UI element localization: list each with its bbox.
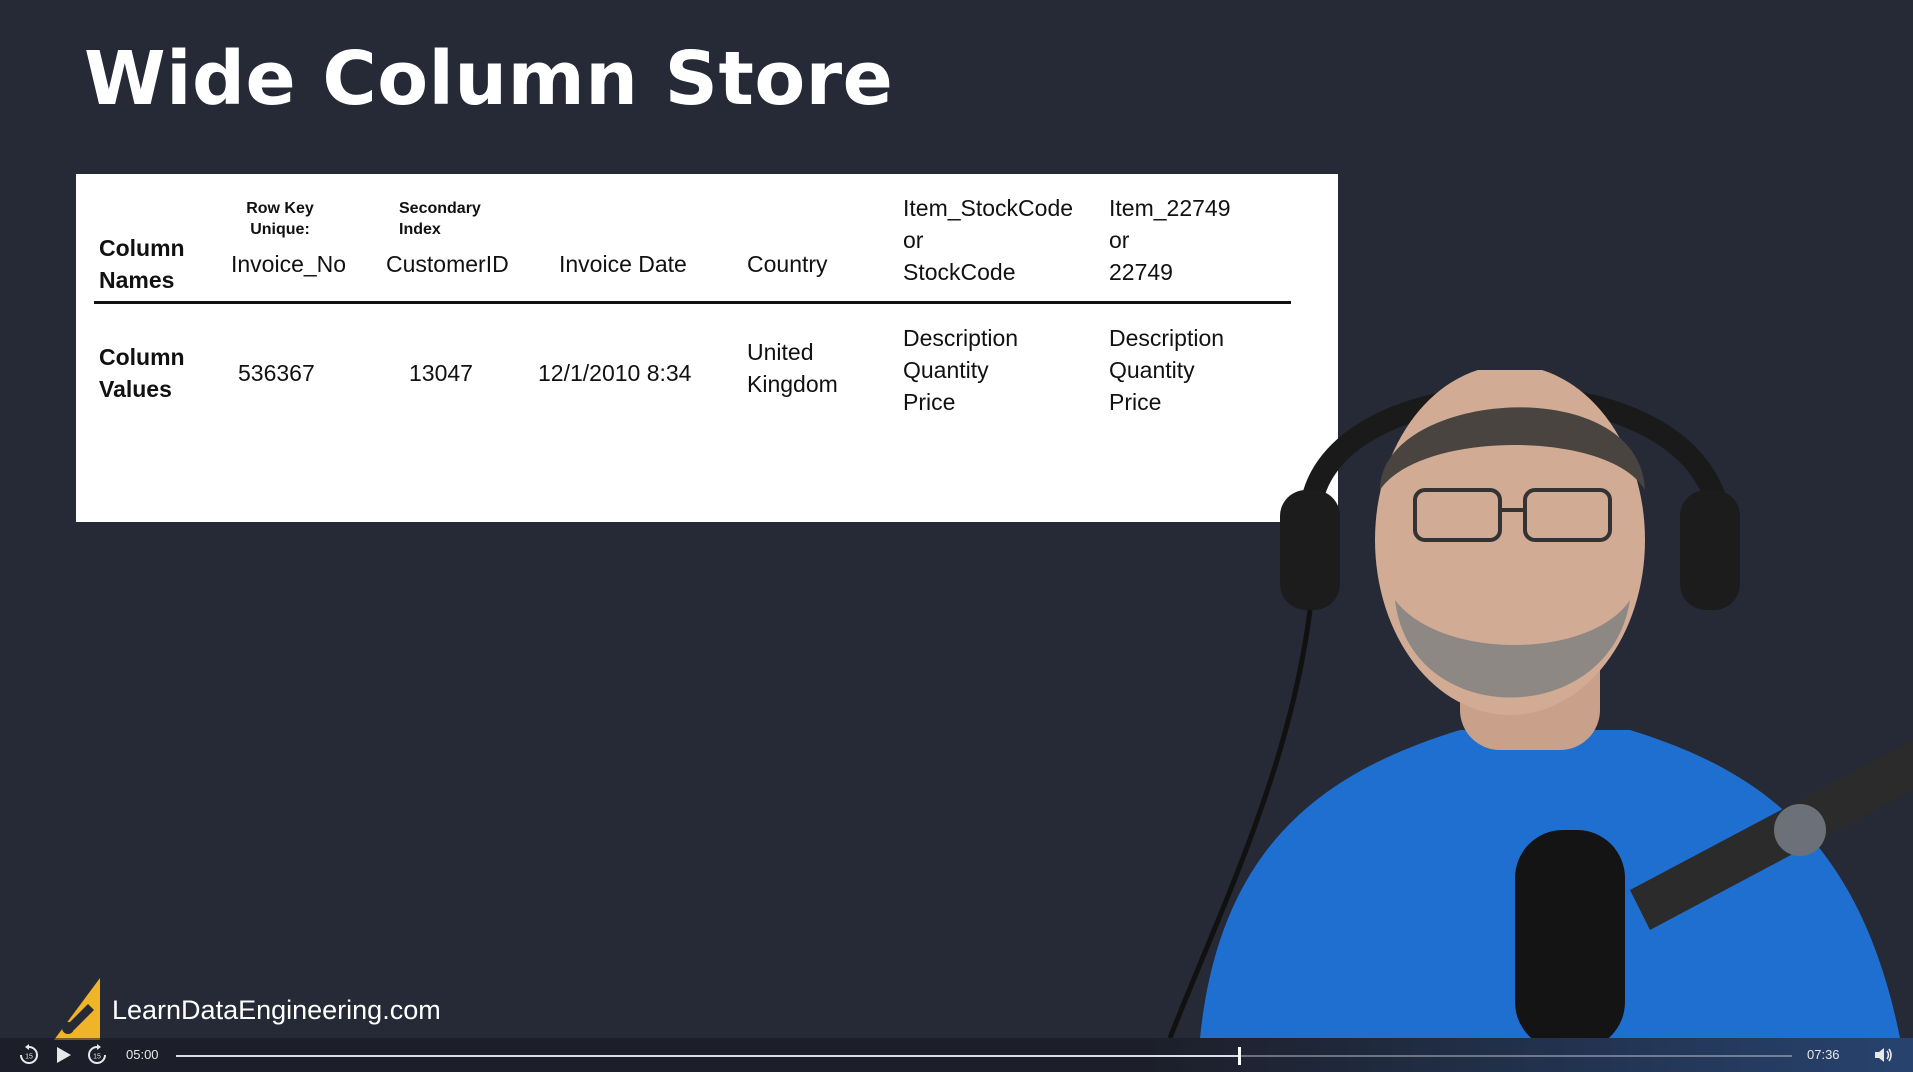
row-label-column-values: Column Values [99, 341, 185, 405]
column-name-customer-id: CustomerID [386, 251, 509, 277]
column-name-item-22749: Item_22749 or 22749 [1109, 192, 1230, 288]
headphone-left-cup [1280, 490, 1340, 610]
header-divider [94, 301, 1291, 304]
play-icon[interactable] [52, 1044, 74, 1066]
column-name-invoice-date: Invoice Date [559, 251, 687, 277]
annotation-line: Unique: [250, 221, 310, 238]
progress-fill [176, 1055, 1240, 1057]
duration: 07:36 [1807, 1047, 1840, 1062]
progress-scrubber[interactable] [1238, 1047, 1242, 1065]
headphone-right-cup [1680, 490, 1740, 610]
secondary-index-annotation: Secondary Index [399, 198, 481, 240]
row-key-annotation: Row Key Unique: [245, 198, 315, 240]
value-line: Kingdom [747, 371, 838, 397]
value-line: Quantity [903, 357, 989, 383]
column-name-line: Item_StockCode [903, 195, 1074, 221]
pencil-wrench-logo-icon [54, 978, 100, 1040]
value-line: United [747, 339, 814, 365]
annotation-line: Index [399, 221, 441, 238]
row-label-column-names: Column Names [99, 232, 185, 296]
column-name-invoice-no: Invoice_No [231, 251, 347, 277]
column-name-line: 22749 [1109, 259, 1173, 285]
value-invoice-date: 12/1/2010 8:34 [538, 360, 692, 386]
column-table-card: Column Names Column Values Row Key Uniqu… [76, 174, 1338, 522]
row-label-line: Names [99, 267, 175, 293]
column-name-item-stockcode: Item_StockCode or StockCode [903, 192, 1073, 288]
value-country: United Kingdom [747, 336, 838, 400]
column-name-line: StockCode [903, 259, 1016, 285]
brand-text: LearnDataEngineering.com [112, 994, 441, 1025]
column-name-line: or [1109, 227, 1130, 253]
column-name-line: Item_22749 [1109, 195, 1231, 221]
svg-text:15: 15 [93, 1054, 101, 1061]
value-item-stockcode: Description Quantity Price [903, 322, 1018, 418]
row-label-line: Column [99, 235, 185, 261]
column-name-country: Country [747, 251, 828, 277]
slide-title: Wide Column Store [84, 36, 894, 122]
row-label-line: Column [99, 344, 185, 370]
current-time: 05:00 [126, 1047, 159, 1062]
microphone [1515, 830, 1625, 1038]
annotation-line: Secondary [399, 200, 481, 217]
row-label-line: Values [99, 376, 172, 402]
value-customer-id: 13047 [409, 360, 473, 386]
progress-track[interactable] [176, 1047, 1792, 1065]
value-line: Description [903, 325, 1019, 351]
svg-text:15: 15 [25, 1054, 33, 1061]
presenter-webcam [1160, 370, 1913, 1038]
slide: Wide Column Store Column Names Column Va… [0, 0, 1913, 1072]
value-line: Price [903, 389, 956, 415]
forward-15-icon[interactable]: 15 [86, 1044, 108, 1066]
annotation-line: Row Key [246, 200, 314, 217]
brand: LearnDataEngineering.com [54, 978, 441, 1042]
video-player-controls: 15 15 05:00 07:36 [0, 1038, 1913, 1072]
volume-icon[interactable] [1872, 1044, 1894, 1066]
column-name-line: or [903, 227, 924, 253]
value-line: Description [1109, 325, 1225, 351]
mic-mount [1774, 804, 1826, 856]
value-invoice-no: 536367 [238, 360, 315, 386]
rewind-15-icon[interactable]: 15 [18, 1044, 40, 1066]
